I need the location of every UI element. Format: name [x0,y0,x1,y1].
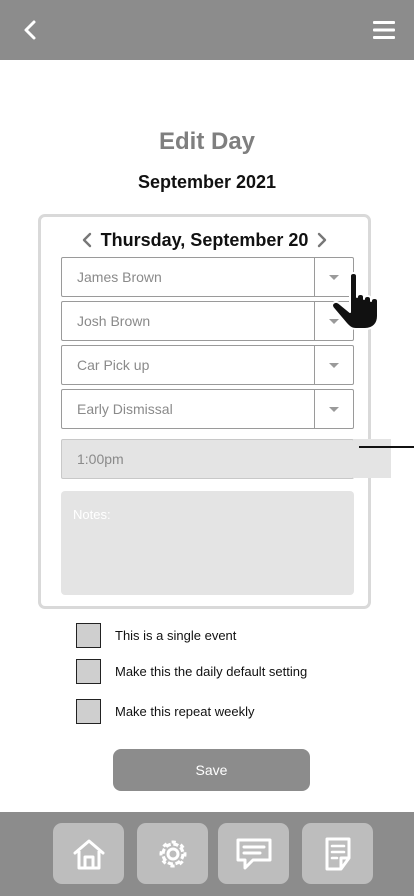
page-title: Edit Day [158,128,256,155]
notes-placeholder: Notes: [73,507,111,522]
chevron-left-icon [24,20,36,40]
option-single-event[interactable]: This is a single event [76,622,236,648]
time-value: 1:00pm [77,451,124,467]
notes-textarea[interactable]: Notes: [61,491,354,595]
edit-day-screen: Edit Day September 2021 Thursday, Septem… [0,0,414,896]
chevron-left-icon [82,232,91,248]
date-navigator: Thursday, September 20 [41,227,368,253]
month-heading: September 2021 [137,172,277,192]
select-value: Early Dismissal [77,401,173,417]
option-repeat-weekly[interactable]: Make this repeat weekly [76,698,254,724]
option-label: This is a single event [115,627,237,643]
chevron-right-icon [318,232,327,248]
caret-down-icon [329,362,339,368]
nav-messages[interactable] [218,823,289,884]
student-select[interactable]: James Brown [61,257,354,297]
option-label: Make this repeat weekly [115,703,255,719]
previous-day-button[interactable] [77,228,97,252]
hamburger-menu-icon [373,21,395,39]
save-button[interactable]: Save [113,749,310,791]
selected-date: Thursday, September 20 [100,229,309,250]
checkbox[interactable] [76,658,101,684]
top-app-bar [0,0,414,60]
option-daily-default[interactable]: Make this the daily default setting [76,658,307,684]
checkbox[interactable] [76,622,101,648]
option-label: Make this the daily default setting [115,663,308,679]
guardian-select[interactable]: Josh Brown [61,301,354,341]
select-value: James Brown [77,269,162,285]
nav-notes[interactable] [302,823,373,884]
day-editor-card: Thursday, September 20 James Brown Josh … [38,214,371,609]
select-value: Josh Brown [77,313,151,329]
select-value: Car Pick up [77,357,150,373]
dismissal-select[interactable]: Early Dismissal [61,389,354,429]
annotation-line [359,446,414,448]
hand-pointer-icon [331,272,379,330]
time-side-box [353,439,391,478]
notes-icon [325,837,350,870]
back-button[interactable] [14,14,46,46]
dropdown-toggle[interactable] [314,390,353,428]
dropdown-toggle[interactable] [314,346,353,384]
checkbox[interactable] [76,698,101,724]
home-icon [73,839,104,869]
next-day-button[interactable] [312,228,332,252]
gear-icon [159,840,186,867]
menu-button[interactable] [368,14,400,46]
nav-home[interactable] [53,823,124,884]
nav-settings[interactable] [137,823,208,884]
time-field[interactable]: 1:00pm [61,439,354,479]
chat-icon [236,838,271,869]
bottom-nav [0,812,414,896]
transport-select[interactable]: Car Pick up [61,345,354,385]
caret-down-icon [329,406,339,412]
